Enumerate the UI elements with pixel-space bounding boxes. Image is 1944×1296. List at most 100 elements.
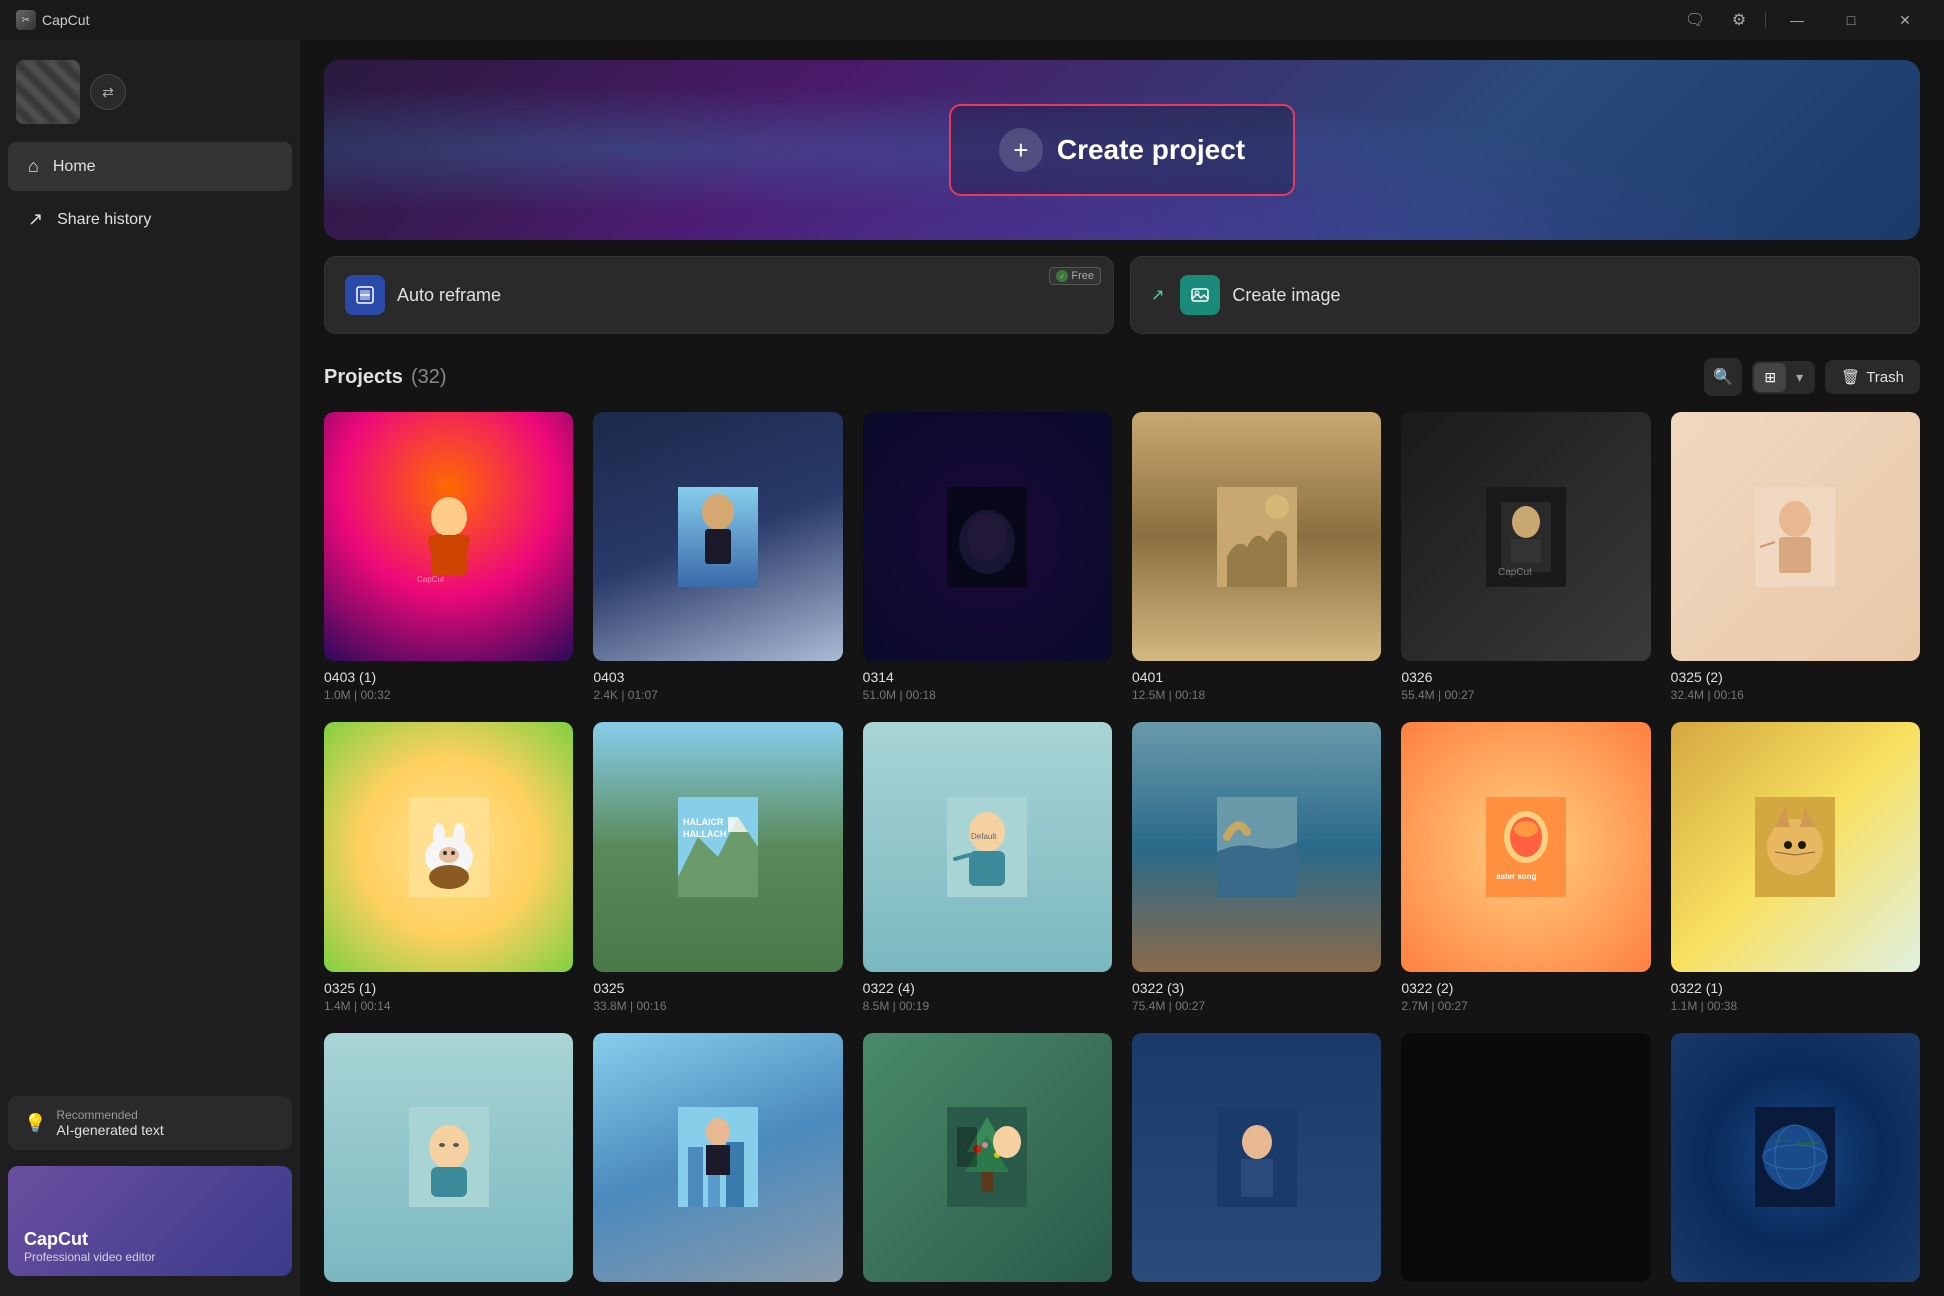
create-project-label: Create project	[1057, 134, 1245, 166]
capcut-banner[interactable]: CapCut Professional video editor	[8, 1166, 292, 1276]
minimize-button[interactable]: —	[1774, 4, 1820, 36]
auto-reframe-icon	[345, 275, 385, 315]
project-meta: 1.4M | 00:14	[324, 999, 573, 1013]
thumb-inner	[863, 412, 1112, 661]
auto-reframe-button[interactable]: Auto reframe ✓ Free	[324, 256, 1114, 334]
table-row[interactable]: Default 0322 (4) 8.5M | 00:19	[863, 722, 1112, 1012]
thumb-inner: CapCut	[1401, 412, 1650, 661]
thumb-inner: CapCut	[324, 412, 573, 661]
table-row[interactable]: 0325 (1) 1.4M | 00:14	[324, 722, 573, 1012]
grid-view-button[interactable]: ⊞	[1754, 363, 1786, 392]
table-row[interactable]: 0325 (2) 32.4M | 00:16	[1671, 412, 1920, 702]
project-thumbnail	[863, 1033, 1112, 1282]
project-thumbnail	[593, 412, 842, 661]
projects-title-text: Projects	[324, 366, 403, 389]
projects-title: Projects (32)	[324, 366, 447, 389]
project-thumbnail: CapCut	[1401, 412, 1650, 661]
thumb-inner: Default	[863, 722, 1112, 971]
rec-sublabel: Recommended	[56, 1108, 163, 1122]
app-logo: ✂ CapCut	[16, 10, 89, 30]
table-row[interactable]	[1401, 1033, 1650, 1293]
feature-row: Auto reframe ✓ Free ↗ Create image	[324, 256, 1920, 334]
thumb-inner	[863, 1033, 1112, 1282]
project-meta: 51.0M | 00:18	[863, 688, 1112, 702]
table-row[interactable]: aster song 0322 (2) 2.7M | 00:27	[1401, 722, 1650, 1012]
maximize-button[interactable]: □	[1828, 4, 1874, 36]
project-name: 0403 (1)	[324, 669, 573, 685]
share-label: Share history	[57, 211, 151, 229]
thumb-inner	[324, 1033, 573, 1282]
project-thumbnail	[1132, 1033, 1381, 1282]
project-thumbnail	[1671, 1033, 1920, 1282]
table-row[interactable]: HALAICR HALLACH 0325 33.8M | 00:16	[593, 722, 842, 1012]
project-thumbnail	[1401, 1033, 1650, 1282]
search-button[interactable]: 🔍	[1704, 358, 1742, 396]
home-label: Home	[53, 158, 96, 176]
svg-text:CapCut: CapCut	[417, 575, 445, 584]
table-row[interactable]: 0401 12.5M | 00:18	[1132, 412, 1381, 702]
close-button[interactable]: ✕	[1882, 4, 1928, 36]
project-thumbnail: Default	[863, 722, 1112, 971]
project-meta: 1.0M | 00:32	[324, 688, 573, 702]
thumb-inner	[1671, 722, 1920, 971]
table-row[interactable]: CapCut 0403 (1) 1.0M | 00:32	[324, 412, 573, 702]
project-thumbnail	[324, 1033, 573, 1282]
free-badge-icon: ✓	[1056, 270, 1068, 282]
project-name: 0322 (4)	[863, 980, 1112, 996]
logo-icon: ✂	[16, 10, 36, 30]
svg-text:CapCut: CapCut	[1498, 567, 1532, 578]
rec-text-block: Recommended AI-generated text	[56, 1108, 163, 1138]
sidebar-spacer	[0, 246, 300, 1088]
project-meta: 75.4M | 00:27	[1132, 999, 1381, 1013]
thumb-inner	[593, 412, 842, 661]
home-icon: ⌂	[28, 156, 39, 177]
table-row[interactable]	[863, 1033, 1112, 1293]
feedback-button[interactable]: 🗨	[1677, 4, 1713, 36]
banner-content: CapCut Professional video editor	[24, 1229, 155, 1264]
sidebar-item-home[interactable]: ⌂ Home	[8, 142, 292, 191]
free-badge-text: Free	[1071, 270, 1094, 282]
table-row[interactable]	[324, 1033, 573, 1293]
project-name: 0403	[593, 669, 842, 685]
project-thumbnail: aster song	[1401, 722, 1650, 971]
table-row[interactable]	[593, 1033, 842, 1293]
svg-text:HALLACH: HALLACH	[683, 829, 727, 839]
create-image-button[interactable]: ↗ Create image	[1130, 256, 1920, 334]
thumb-inner	[593, 1033, 842, 1282]
projects-grid: CapCut 0403 (1) 1.0M | 00:32	[324, 412, 1920, 1293]
table-row[interactable]: 0403 2.4K | 01:07	[593, 412, 842, 702]
project-thumbnail	[593, 1033, 842, 1282]
table-row[interactable]	[1132, 1033, 1381, 1293]
create-image-label: Create image	[1232, 285, 1340, 306]
share-icon: ↗	[28, 209, 43, 230]
table-row[interactable]: 0322 (1) 1.1M | 00:38	[1671, 722, 1920, 1012]
profile-switch-button[interactable]: ⇄	[90, 74, 126, 110]
table-row[interactable]: CapCut 0326 55.4M | 00:27	[1401, 412, 1650, 702]
search-icon: 🔍	[1713, 367, 1733, 387]
recommendation-card[interactable]: 💡 Recommended AI-generated text	[8, 1096, 292, 1150]
avatar-image	[16, 60, 80, 124]
project-thumbnail: CapCut	[324, 412, 573, 661]
sidebar-item-share-history[interactable]: ↗ Share history	[8, 195, 292, 244]
plus-icon: +	[999, 128, 1043, 172]
banner-title: CapCut	[24, 1229, 155, 1250]
view-toggle: ⊞ ▾	[1752, 361, 1815, 394]
sidebar: ⇄ ⌂ Home ↗ Share history 💡 Recommended A…	[0, 40, 300, 1296]
trash-button[interactable]: 🗑 Trash	[1825, 360, 1920, 394]
project-thumbnail	[1132, 722, 1381, 971]
table-row[interactable]	[1671, 1033, 1920, 1293]
project-name: 0322 (3)	[1132, 980, 1381, 996]
banner-subtitle: Professional video editor	[24, 1250, 155, 1264]
table-row[interactable]: 0314 51.0M | 00:18	[863, 412, 1112, 702]
project-thumbnail	[863, 412, 1112, 661]
settings-button[interactable]: ⚙	[1721, 4, 1757, 36]
project-name: 0325 (2)	[1671, 669, 1920, 685]
list-view-button[interactable]: ▾	[1786, 363, 1813, 392]
content-area: + Create project Auto reframe ✓ Free	[300, 40, 1944, 1296]
thumb-inner	[324, 722, 573, 971]
avatar	[16, 60, 80, 124]
project-thumbnail	[324, 722, 573, 971]
table-row[interactable]: 0322 (3) 75.4M | 00:27	[1132, 722, 1381, 1012]
project-name: 0325	[593, 980, 842, 996]
create-project-button[interactable]: + Create project	[949, 104, 1295, 196]
